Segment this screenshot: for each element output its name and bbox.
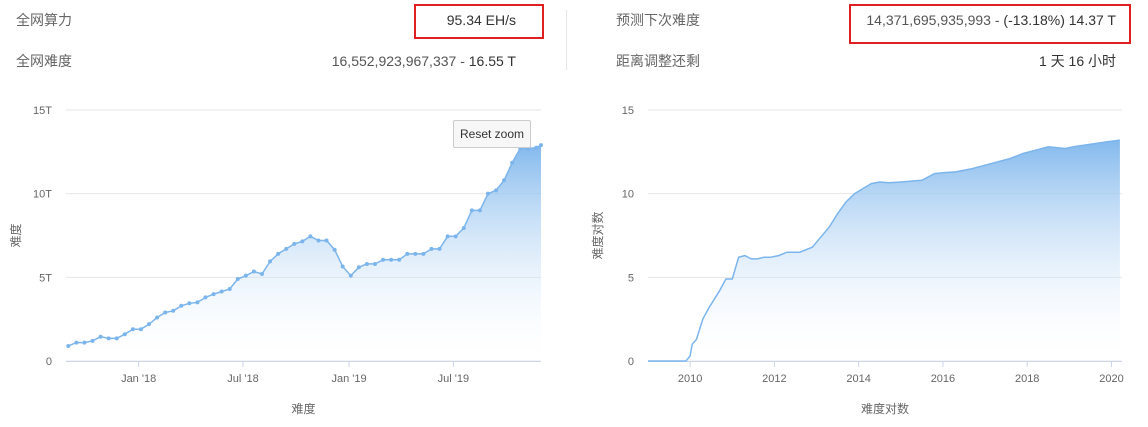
data-point[interactable] xyxy=(187,301,192,306)
data-point[interactable] xyxy=(130,327,135,332)
data-point[interactable] xyxy=(429,246,434,251)
data-point[interactable] xyxy=(251,269,256,274)
log-difficulty-chart[interactable]: 0510152010 2012 2014 2016 2018 2020难度对数难度对数 xyxy=(574,0,1148,427)
data-point[interactable] xyxy=(539,143,543,148)
data-point[interactable] xyxy=(163,310,168,315)
data-point[interactable] xyxy=(203,295,208,300)
data-point[interactable] xyxy=(235,277,240,282)
data-point[interactable] xyxy=(413,251,418,256)
data-point[interactable] xyxy=(195,300,200,305)
x-tick-label: Jan '18 xyxy=(121,373,156,385)
x-tick-label: 2010 xyxy=(678,373,702,385)
y-tick-label: 15T xyxy=(33,105,52,117)
data-point[interactable] xyxy=(461,225,466,230)
x-tick-label: 2016 xyxy=(931,373,955,385)
data-point[interactable] xyxy=(316,238,321,243)
x-tick-label: 2018 xyxy=(1015,373,1039,385)
series-area xyxy=(648,140,1120,361)
data-point[interactable] xyxy=(405,251,410,256)
data-point[interactable] xyxy=(211,292,216,297)
data-point[interactable] xyxy=(66,343,71,348)
y-tick-label: 0 xyxy=(46,356,52,368)
data-point[interactable] xyxy=(138,327,143,332)
data-point[interactable] xyxy=(485,191,490,196)
data-point[interactable] xyxy=(510,160,515,165)
data-point[interactable] xyxy=(445,234,450,239)
data-point[interactable] xyxy=(155,315,160,320)
data-point[interactable] xyxy=(364,261,369,266)
data-point[interactable] xyxy=(219,289,224,294)
data-point[interactable] xyxy=(437,246,442,251)
data-point[interactable] xyxy=(268,259,273,264)
x-axis-title: 难度对数 xyxy=(861,401,909,416)
data-point[interactable] xyxy=(227,287,232,292)
data-point[interactable] xyxy=(332,247,337,252)
data-point[interactable] xyxy=(477,208,482,213)
data-point[interactable] xyxy=(179,303,184,308)
data-point[interactable] xyxy=(243,273,248,278)
data-point[interactable] xyxy=(90,338,95,343)
data-point[interactable] xyxy=(147,322,152,327)
data-point[interactable] xyxy=(74,340,79,345)
data-point[interactable] xyxy=(356,265,361,270)
y-tick-label: 5T xyxy=(39,272,52,284)
data-point[interactable] xyxy=(494,188,499,193)
y-axis-title: 难度 xyxy=(8,223,23,247)
x-tick-label: Jan '19 xyxy=(331,373,366,385)
data-point[interactable] xyxy=(82,340,87,345)
data-point[interactable] xyxy=(372,261,377,266)
x-tick-label: Jul '18 xyxy=(227,373,258,385)
data-point[interactable] xyxy=(300,239,305,244)
data-point[interactable] xyxy=(453,234,458,239)
reset-zoom-button[interactable]: Reset zoom xyxy=(453,120,531,148)
data-point[interactable] xyxy=(292,241,297,246)
data-point[interactable] xyxy=(421,251,426,256)
data-point[interactable] xyxy=(381,257,386,262)
data-point[interactable] xyxy=(469,208,474,213)
data-point[interactable] xyxy=(340,264,345,269)
data-point[interactable] xyxy=(114,336,119,341)
difficulty-chart[interactable]: 05T10T15TJan '18 Jul '18 Jan '19 Jul '19难度难… xyxy=(0,0,574,427)
y-tick-label: 10 xyxy=(622,189,634,201)
x-tick-label: 2020 xyxy=(1099,373,1123,385)
data-point[interactable] xyxy=(276,251,281,256)
data-point[interactable] xyxy=(348,273,353,278)
data-point[interactable] xyxy=(106,336,111,341)
x-tick-label: Jul '19 xyxy=(438,373,469,385)
x-tick-label: 2012 xyxy=(762,373,786,385)
data-point[interactable] xyxy=(259,271,264,276)
data-point[interactable] xyxy=(122,332,127,337)
x-tick-label: 2014 xyxy=(846,373,870,385)
data-point[interactable] xyxy=(534,145,539,150)
y-tick-label: 5 xyxy=(628,272,634,284)
y-axis-title: 难度对数 xyxy=(590,211,605,259)
data-point[interactable] xyxy=(502,178,507,183)
data-point[interactable] xyxy=(324,238,329,243)
data-point[interactable] xyxy=(98,334,103,339)
data-point[interactable] xyxy=(397,257,402,262)
y-tick-label: 15 xyxy=(622,105,634,117)
data-point[interactable] xyxy=(171,308,176,313)
data-point[interactable] xyxy=(389,257,394,262)
data-point[interactable] xyxy=(308,234,313,239)
data-point[interactable] xyxy=(284,246,289,251)
y-tick-label: 0 xyxy=(628,356,634,368)
x-axis-title: 难度 xyxy=(291,401,315,416)
y-tick-label: 10T xyxy=(33,189,52,201)
